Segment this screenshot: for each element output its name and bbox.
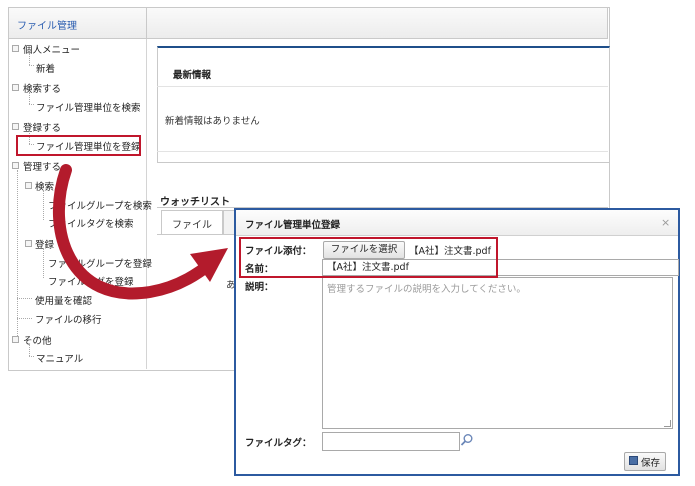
tree-line <box>29 344 30 356</box>
sidebar-item-register-groups[interactable]: ファイルグループを登録 <box>48 256 152 270</box>
divider <box>157 151 608 152</box>
sidebar-item-search-tags[interactable]: ファイルタグを検索 <box>48 216 134 230</box>
latest-title: 最新情報 <box>173 70 212 81</box>
sidebar-item-search-units[interactable]: ファイル管理単位を検索 <box>36 100 141 114</box>
tree-line <box>17 170 18 338</box>
app-title[interactable]: ファイル管理 <box>17 17 77 32</box>
folder-icon[interactable] <box>12 84 19 91</box>
divider <box>157 86 608 87</box>
tree-line <box>29 104 34 105</box>
sidebar-item-manage-search[interactable]: 検索 <box>35 179 54 193</box>
latest-panel <box>157 46 610 163</box>
folder-icon[interactable] <box>12 123 19 130</box>
sidebar-item-search-groups[interactable]: ファイルグループを検索 <box>48 198 152 212</box>
sidebar-item-manage-register[interactable]: 登録 <box>35 237 54 251</box>
highlight-box <box>239 237 498 278</box>
folder-icon[interactable] <box>12 336 19 343</box>
folder-icon[interactable] <box>12 45 19 52</box>
app-header <box>8 7 608 39</box>
sidebar-item-personal-menu[interactable]: 個人メニュー <box>23 42 80 56</box>
close-icon[interactable]: × <box>661 216 670 229</box>
sidebar-item-new[interactable]: 新着 <box>36 61 55 75</box>
description-label: 説明： <box>245 282 274 293</box>
folder-icon[interactable] <box>12 162 19 169</box>
sidebar-item-migration[interactable]: ファイルの移行 <box>35 312 102 326</box>
sidebar-item-manual[interactable]: マニュアル <box>36 351 83 365</box>
tree-line <box>43 248 44 278</box>
highlight-box <box>16 135 141 156</box>
folder-icon[interactable] <box>25 182 32 189</box>
sidebar-item-other[interactable]: その他 <box>23 333 52 347</box>
description-placeholder: 管理するファイルの説明を入力してください。 <box>327 284 526 295</box>
description-field[interactable] <box>322 277 673 429</box>
tree-line <box>29 356 34 357</box>
tab-underline <box>157 234 237 235</box>
file-tag-field[interactable] <box>322 432 460 451</box>
tree-line <box>17 298 32 299</box>
folder-icon[interactable] <box>25 240 32 247</box>
tree-line <box>29 53 30 65</box>
tab-file-label[interactable]: ファイル <box>172 216 212 231</box>
sidebar-item-usage[interactable]: 使用量を確認 <box>35 293 92 307</box>
tree-line <box>29 92 30 104</box>
save-button-label[interactable]: 保存 <box>641 455 660 469</box>
tree-line <box>29 65 34 66</box>
header-divider <box>146 7 147 39</box>
sidebar-item-manage[interactable]: 管理する <box>23 159 61 173</box>
save-icon <box>629 456 638 465</box>
watchlist-title: ウォッチリスト <box>160 197 230 208</box>
tree-line <box>43 190 44 220</box>
tree-line <box>17 318 32 319</box>
resize-handle[interactable] <box>664 420 671 427</box>
file-tag-label: ファイルタグ： <box>245 438 312 449</box>
dialog-title: ファイル管理単位登録 <box>245 220 341 231</box>
latest-message: 新着情報はありません <box>165 116 260 127</box>
sidebar-item-register-tags[interactable]: ファイルタグを登録 <box>48 274 134 288</box>
search-icon[interactable] <box>460 433 474 447</box>
